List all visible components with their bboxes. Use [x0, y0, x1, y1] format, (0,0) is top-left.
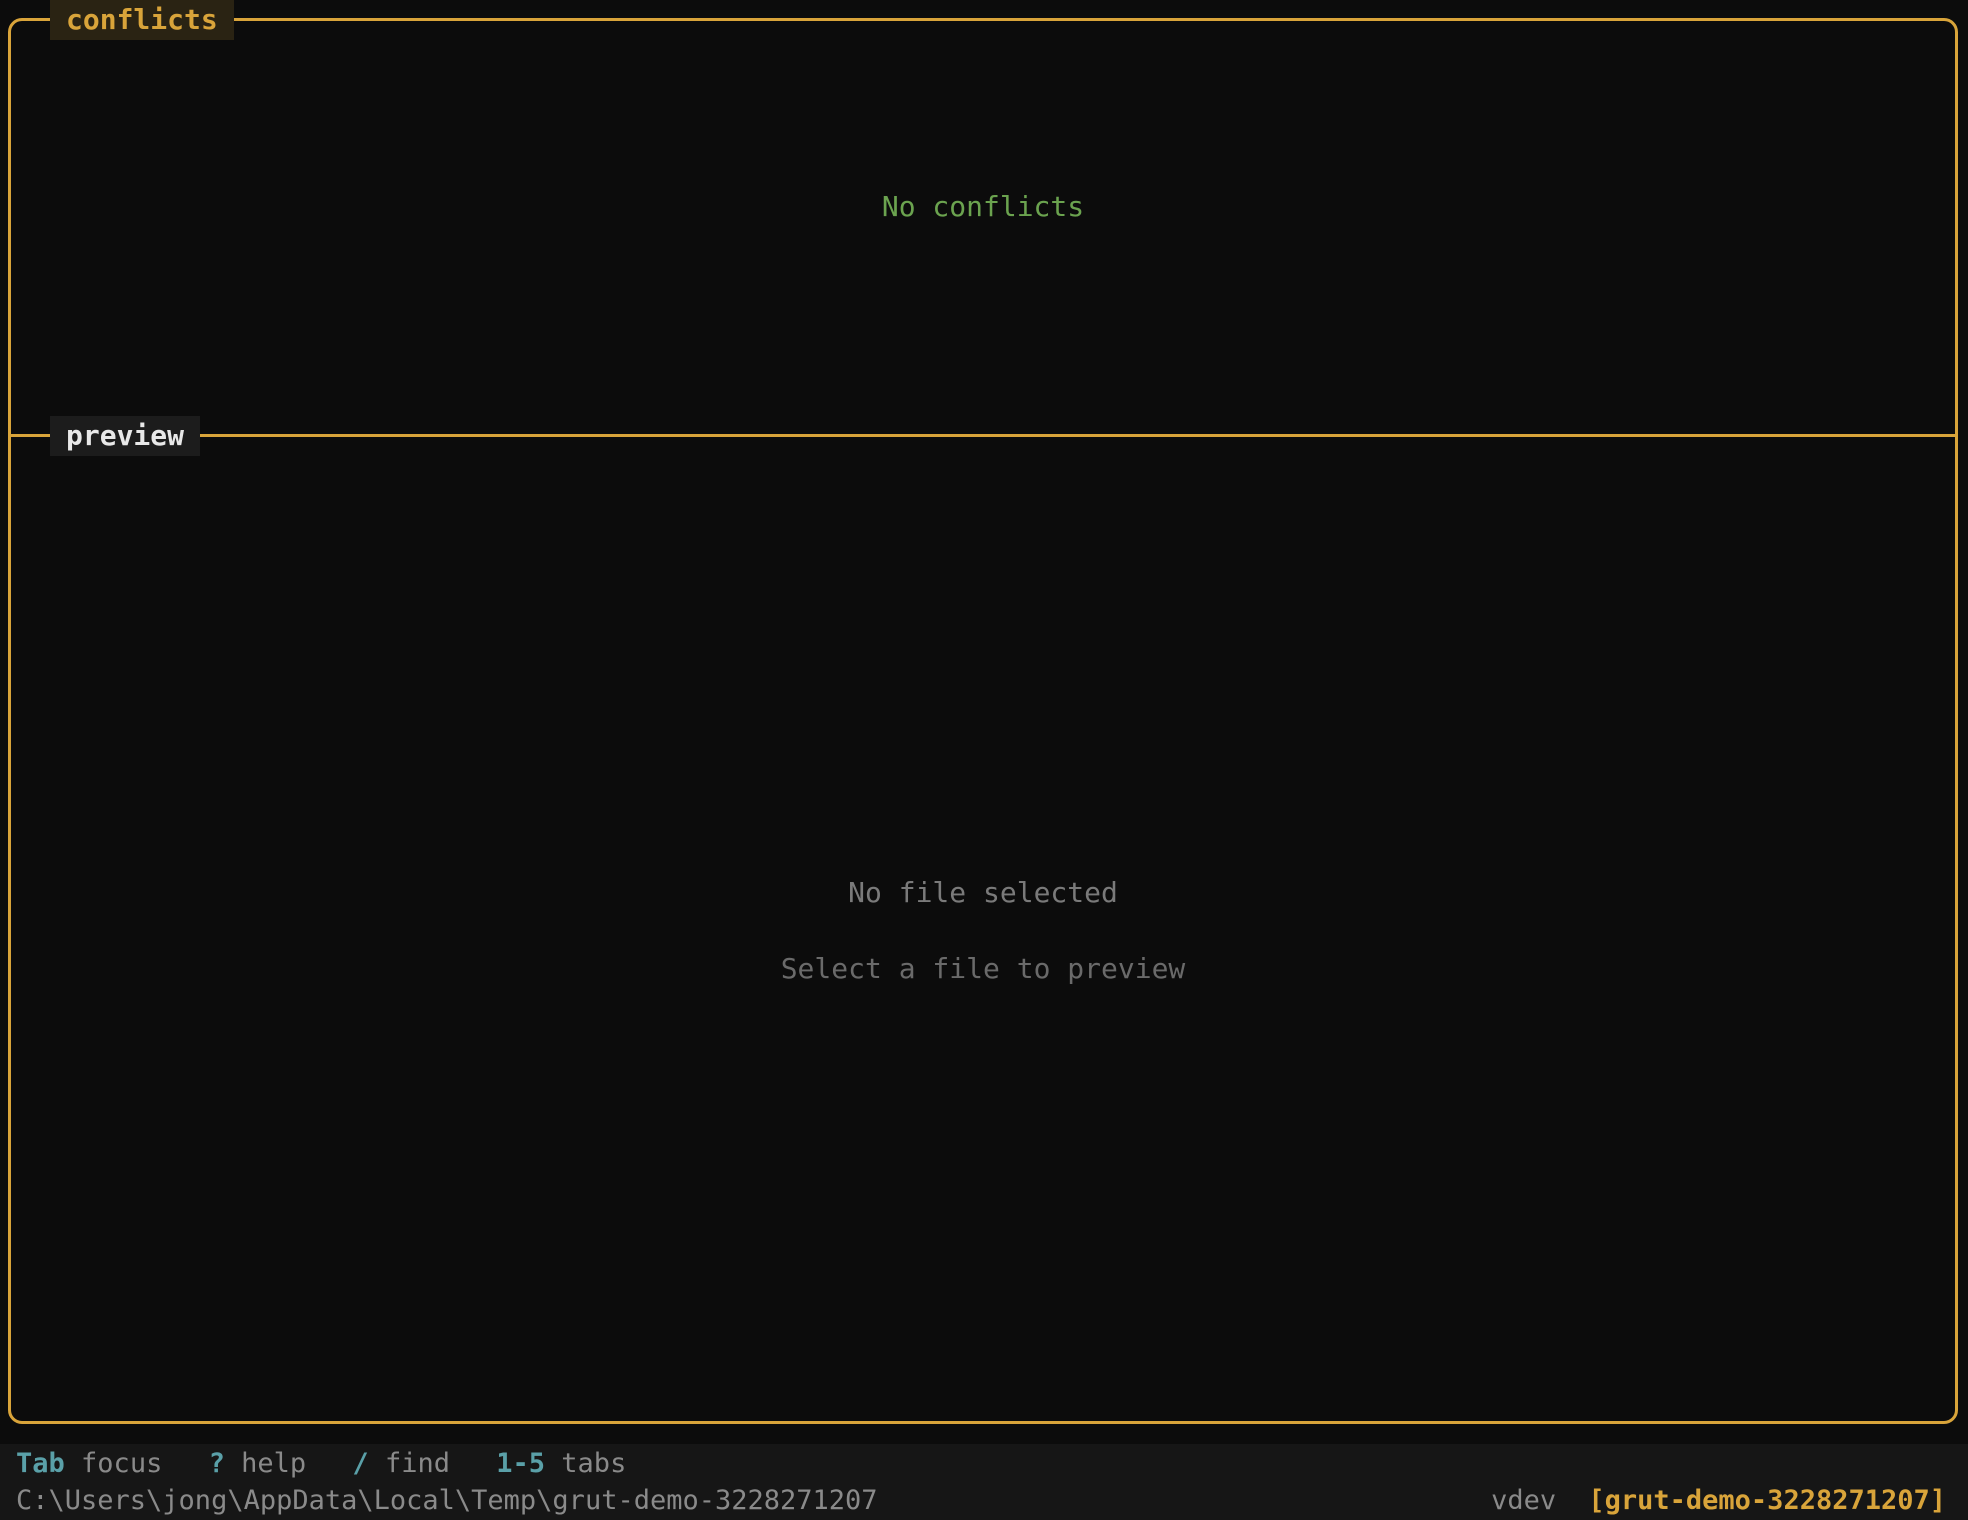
keybind-help[interactable]: ? help — [209, 1448, 337, 1479]
keybinding-bar: Tab focus ? help / find 1-5 tabs — [0, 1444, 1968, 1484]
conflicts-panel-title[interactable]: conflicts — [50, 0, 234, 40]
key-description: help — [241, 1448, 307, 1479]
key-description: find — [384, 1448, 450, 1479]
preview-hint: Select a file to preview — [780, 952, 1186, 985]
panel-divider — [8, 434, 1958, 437]
keybind-tabs[interactable]: 1-5 tabs — [496, 1448, 656, 1479]
version-label: vdev — [1491, 1485, 1557, 1516]
keybind-tab[interactable]: Tab focus — [16, 1448, 192, 1479]
status-bar: C:\Users\jong\AppData\Local\Temp\grut-de… — [0, 1482, 1968, 1520]
preview-panel-title[interactable]: preview — [50, 416, 201, 456]
preview-empty-message: No file selected — [848, 876, 1118, 909]
main-frame — [8, 18, 1958, 1424]
conflicts-empty-message: No conflicts — [881, 190, 1085, 223]
keybind-find[interactable]: / find — [352, 1448, 480, 1479]
key-description: focus — [81, 1448, 163, 1479]
key-label: Tab — [16, 1448, 65, 1479]
key-label: ? — [208, 1448, 225, 1479]
repo-path: C:\Users\jong\AppData\Local\Temp\grut-de… — [16, 1485, 878, 1516]
key-label: 1-5 — [496, 1448, 546, 1479]
branch-label: [grut-demo-3228271207] — [1588, 1485, 1946, 1516]
terminal-app: conflicts No conflicts preview No file s… — [0, 0, 1968, 1520]
key-description: tabs — [561, 1448, 627, 1479]
key-label: / — [352, 1448, 369, 1479]
status-right: vdev [grut-demo-3228271207] — [1491, 1482, 1946, 1520]
